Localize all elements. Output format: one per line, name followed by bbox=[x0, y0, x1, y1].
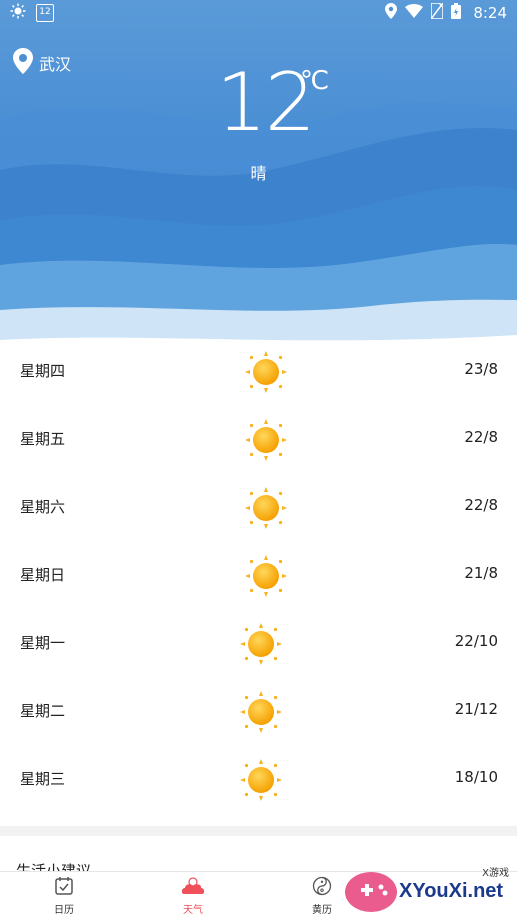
sun-icon bbox=[244, 554, 288, 598]
current-condition: 晴 bbox=[250, 164, 267, 183]
brightness-icon bbox=[10, 3, 26, 23]
calendar-icon bbox=[54, 877, 74, 899]
section-divider bbox=[0, 826, 517, 836]
sun-icon bbox=[244, 486, 288, 530]
forecast-day: 星期四 bbox=[20, 362, 66, 380]
temperature-unit: ℃ bbox=[300, 66, 330, 96]
sun-icon bbox=[239, 758, 283, 802]
forecast-row: 星期一 22/10 bbox=[0, 610, 517, 678]
location-selector[interactable]: 武汉 bbox=[13, 48, 71, 78]
status-calendar-day: 12 bbox=[39, 7, 51, 17]
forecast-temp-range: 18/10 bbox=[454, 768, 498, 786]
weather-hero: 12 8:24 武汉 12 ℃ 晴 bbox=[0, 0, 517, 360]
forecast-temp-range: 22/8 bbox=[464, 496, 498, 514]
forecast-list: 星期四 23/8 星期五 22/8 星期六 22/8 星期日 21/8 星期一 … bbox=[0, 338, 517, 814]
status-time: 8:24 bbox=[473, 4, 507, 22]
location-pin-icon bbox=[13, 48, 33, 78]
forecast-row: 星期六 22/8 bbox=[0, 474, 517, 542]
watermark-tag: X游戏 bbox=[482, 868, 509, 879]
forecast-row: 星期五 22/8 bbox=[0, 406, 517, 474]
tab-calendar-label: 日历 bbox=[54, 905, 74, 916]
forecast-row: 星期二 21/12 bbox=[0, 678, 517, 746]
tab-weather[interactable]: 天气 bbox=[163, 876, 223, 916]
forecast-day: 星期六 bbox=[20, 498, 66, 516]
weather-icon bbox=[181, 877, 205, 899]
forecast-temp-range: 23/8 bbox=[464, 360, 498, 378]
forecast-temp-range: 22/8 bbox=[464, 428, 498, 446]
forecast-row: 星期日 21/8 bbox=[0, 542, 517, 610]
no-sim-icon bbox=[430, 2, 445, 23]
location-icon bbox=[385, 3, 398, 23]
wifi-icon bbox=[405, 4, 424, 22]
watermark-brand: XYouXi.net bbox=[399, 880, 504, 902]
yin-yang-icon bbox=[312, 876, 332, 899]
sun-icon bbox=[244, 350, 288, 394]
forecast-day: 星期三 bbox=[20, 770, 66, 788]
tab-calendar[interactable]: 日历 bbox=[34, 876, 94, 916]
calendar-icon: 12 bbox=[36, 4, 54, 22]
sun-icon bbox=[239, 690, 283, 734]
forecast-temp-range: 22/10 bbox=[454, 632, 498, 650]
site-watermark: XYouXi.net X游戏 bbox=[341, 862, 511, 918]
forecast-temp-range: 21/12 bbox=[454, 700, 498, 718]
battery-icon bbox=[451, 3, 462, 23]
forecast-day: 星期二 bbox=[20, 702, 66, 720]
forecast-row: 星期四 23/8 bbox=[0, 338, 517, 406]
forecast-day: 星期日 bbox=[20, 566, 66, 584]
sun-icon bbox=[239, 622, 283, 666]
sun-icon bbox=[244, 418, 288, 462]
forecast-temp-range: 21/8 bbox=[464, 564, 498, 582]
city-name: 武汉 bbox=[39, 55, 72, 74]
status-bar: 12 8:24 bbox=[0, 0, 517, 24]
forecast-row: 星期三 18/10 bbox=[0, 746, 517, 814]
forecast-day: 星期五 bbox=[20, 430, 66, 448]
forecast-day: 星期一 bbox=[20, 634, 66, 652]
tab-weather-label: 天气 bbox=[183, 905, 203, 916]
